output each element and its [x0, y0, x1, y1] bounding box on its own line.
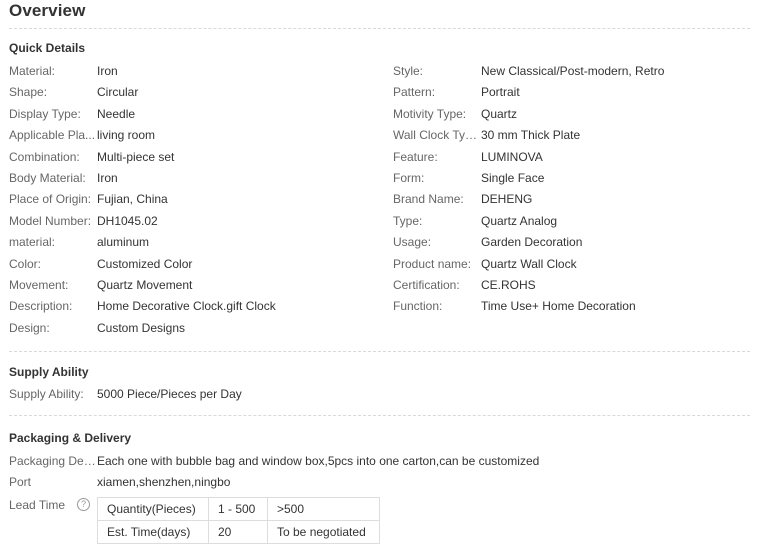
- table-row: Est. Time(days) 20 To be negotiated: [97, 520, 380, 544]
- detail-value: Each one with bubble bag and window box,…: [97, 454, 540, 468]
- help-icon[interactable]: ?: [77, 498, 90, 511]
- detail-label: Port: [9, 475, 32, 489]
- detail-label: Body Material:: [9, 171, 86, 185]
- detail-value: Quartz Wall Clock: [481, 257, 577, 271]
- table-cell: Quantity(Pieces): [97, 497, 209, 521]
- detail-label: Supply Ability:: [9, 387, 84, 401]
- table-cell: Est. Time(days): [97, 520, 209, 544]
- detail-label: material:: [9, 235, 56, 249]
- detail-label: Form:: [393, 171, 425, 185]
- detail-value: Custom Designs: [97, 321, 186, 335]
- detail-value: Fujian, China: [97, 192, 168, 206]
- detail-label: Style:: [393, 64, 424, 78]
- table-row: Quantity(Pieces) 1 - 500 >500: [97, 497, 380, 521]
- detail-label: Combination:: [9, 150, 80, 164]
- overview-title: Overview: [9, 1, 86, 20]
- detail-value: Iron: [97, 171, 118, 185]
- lead-time-label: Lead Time: [9, 498, 66, 512]
- overview-divider: [9, 28, 750, 29]
- detail-label: Description:: [9, 299, 73, 313]
- table-cell: To be negotiated: [267, 520, 380, 544]
- detail-value: Single Face: [481, 171, 545, 185]
- lead-time-table: Quantity(Pieces) 1 - 500 >500 Est. Time(…: [97, 497, 380, 544]
- detail-label: Display Type:: [9, 107, 81, 121]
- detail-label: Design:: [9, 321, 50, 335]
- detail-value: DEHENG: [481, 192, 533, 206]
- detail-value: LUMINOVA: [481, 150, 543, 164]
- quick-details-divider: [9, 351, 750, 352]
- detail-label: Pattern:: [393, 85, 436, 99]
- detail-label: Color:: [9, 257, 42, 271]
- detail-label: Function:: [393, 299, 443, 313]
- detail-value: Customized Color: [97, 257, 193, 271]
- packaging-title: Packaging & Delivery: [9, 431, 132, 445]
- quick-details-title: Quick Details: [9, 41, 86, 55]
- detail-label: Packaging Det...: [9, 454, 97, 468]
- table-cell: >500: [267, 497, 380, 521]
- detail-value: DH1045.02: [97, 214, 158, 228]
- detail-value: Quartz: [481, 107, 518, 121]
- detail-value: Garden Decoration: [481, 235, 583, 249]
- detail-label: Motivity Type:: [393, 107, 467, 121]
- detail-value: aluminum: [97, 235, 150, 249]
- detail-value: New Classical/Post-modern, Retro: [481, 64, 665, 78]
- detail-label: Place of Origin:: [9, 192, 92, 206]
- detail-label: Feature:: [393, 150, 438, 164]
- detail-value: Portrait: [481, 85, 520, 99]
- table-cell: 1 - 500: [208, 497, 268, 521]
- detail-label: Applicable Pla...: [9, 128, 96, 142]
- detail-value: Needle: [97, 107, 136, 121]
- detail-value: CE.ROHS: [481, 278, 536, 292]
- detail-value: Circular: [97, 85, 139, 99]
- detail-value: Quartz Analog: [481, 214, 558, 228]
- detail-value: xiamen,shenzhen,ningbo: [97, 475, 231, 489]
- detail-value: living room: [97, 128, 156, 142]
- table-cell: 20: [208, 520, 268, 544]
- detail-label: Type:: [393, 214, 423, 228]
- detail-label: Usage:: [393, 235, 432, 249]
- detail-label: Movement:: [9, 278, 69, 292]
- detail-label: Material:: [9, 64, 56, 78]
- detail-label: Wall Clock Type:: [393, 128, 481, 142]
- detail-value: 5000 Piece/Pieces per Day: [97, 387, 242, 401]
- detail-label: Shape:: [9, 85, 48, 99]
- detail-label: Model Number:: [9, 214, 92, 228]
- detail-value: Time Use+ Home Decoration: [481, 299, 636, 313]
- supply-ability-title: Supply Ability: [9, 365, 89, 379]
- detail-label: Certification:: [393, 278, 460, 292]
- detail-value: Iron: [97, 64, 118, 78]
- detail-value: 30 mm Thick Plate: [481, 128, 581, 142]
- supply-ability-divider: [9, 415, 750, 416]
- detail-value: Quartz Movement: [97, 278, 193, 292]
- detail-value: Multi-piece set: [97, 150, 175, 164]
- detail-value: Home Decorative Clock.gift Clock: [97, 299, 276, 313]
- detail-label: Product name:: [393, 257, 472, 271]
- lead-time-row: Lead Time ?: [9, 498, 97, 512]
- detail-label: Brand Name:: [393, 192, 464, 206]
